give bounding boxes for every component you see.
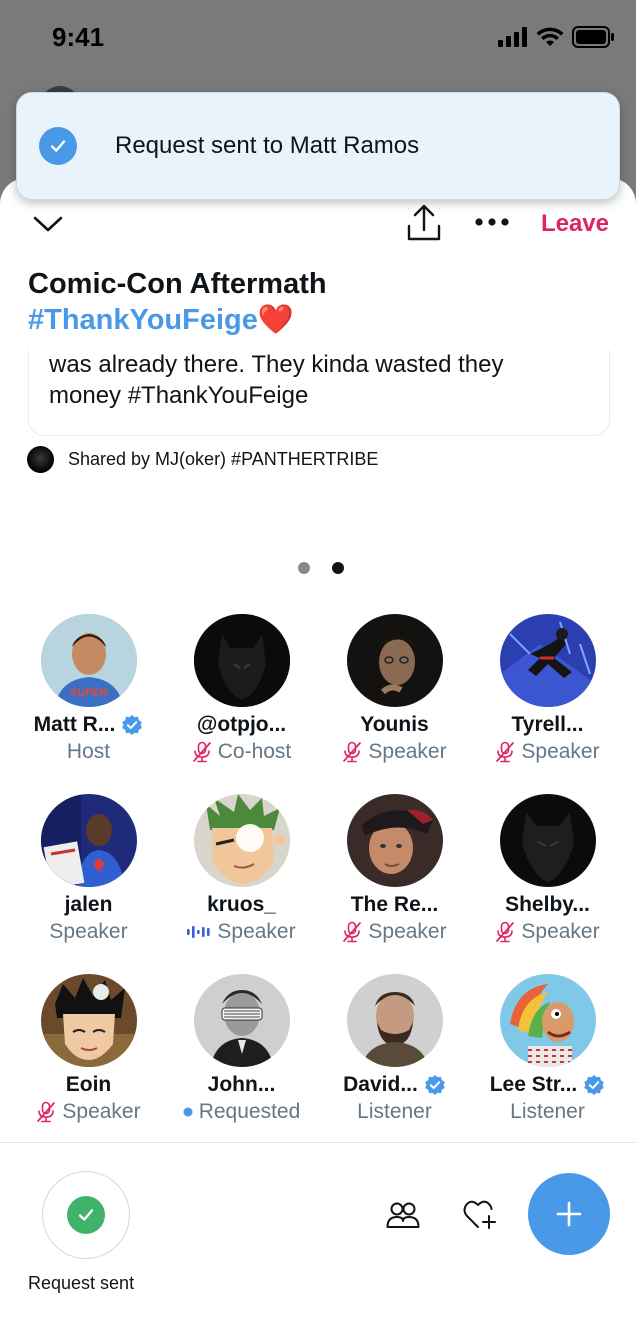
participant-name: Tyrell... (511, 713, 584, 737)
participant-role: Speaker (521, 920, 600, 944)
verified-badge-icon (122, 715, 143, 736)
status-icons (498, 26, 614, 48)
participant-role: Listener (510, 1100, 585, 1124)
participant-role: Speaker (368, 920, 447, 944)
signal-icon (498, 27, 527, 47)
participant-name: The Re... (350, 893, 439, 917)
request-sent-toast: Request sent to Matt Ramos (16, 92, 620, 200)
space-title: Comic-Con Aftermath #ThankYouFeige❤️ (28, 266, 608, 338)
plus-icon (556, 1201, 582, 1227)
participant-role: Speaker (217, 920, 296, 944)
share-icon[interactable] (404, 202, 444, 244)
participant-role: Co-host (217, 740, 292, 764)
participant-name: Shelby... (505, 893, 590, 917)
avatar (193, 974, 290, 1067)
participant[interactable]: The Re... Speaker (318, 794, 471, 946)
participant-name: kruos_ (207, 893, 276, 917)
space-title-hashtag[interactable]: #ThankYouFeige (28, 304, 258, 336)
avatar (27, 446, 54, 473)
avatar (346, 794, 443, 887)
participant[interactable]: David... Listener (318, 974, 471, 1126)
participants-grid: SUPER Matt R... Host @otpjo... Co-host Y… (12, 614, 624, 1126)
participant-name: Matt R... (33, 713, 116, 737)
participant[interactable]: Eoin Speaker (12, 974, 165, 1126)
mic-muted-icon (343, 742, 362, 763)
speaking-wave-icon (187, 926, 210, 939)
request-sent-button[interactable] (42, 1171, 130, 1259)
page-dot-1[interactable] (298, 562, 310, 574)
participant-role: Speaker (368, 740, 447, 764)
compose-button[interactable] (528, 1173, 610, 1255)
avatar (193, 794, 290, 887)
participant-role: Listener (357, 1100, 432, 1124)
more-icon[interactable] (474, 210, 510, 234)
participant[interactable]: Shelby... Speaker (471, 794, 624, 946)
participant-name: David... (343, 1073, 418, 1097)
space-title-text: Comic-Con Aftermath (28, 268, 327, 300)
participant[interactable]: Lee Str... Listener (471, 974, 624, 1126)
tweet-line-1: was already there. They kinda wasted the… (49, 351, 504, 378)
participant-name: Eoin (65, 1073, 112, 1097)
shared-by-row[interactable]: Shared by MJ(oker) #PANTHERTRIBE (27, 446, 378, 473)
participant[interactable]: Younis Speaker (318, 614, 471, 766)
participant-name: John... (207, 1073, 276, 1097)
battery-icon (572, 26, 614, 48)
participant-role: Requested (198, 1100, 301, 1124)
pinned-tweet-card[interactable]: was already there. They kinda wasted the… (28, 350, 610, 436)
page-indicator (298, 562, 344, 574)
leave-button[interactable]: Leave (541, 210, 609, 238)
bottom-bar: Request sent (0, 1143, 636, 1334)
checkmark-icon (67, 1196, 105, 1234)
mic-muted-icon (496, 922, 515, 943)
participant[interactable]: jalen Speaker (12, 794, 165, 946)
status-bar: 9:41 (0, 0, 636, 84)
request-sent-label: Request sent (28, 1273, 135, 1293)
avatar (499, 974, 596, 1067)
checkmark-icon (39, 127, 77, 165)
status-time: 9:41 (52, 22, 105, 52)
toast-message: Request sent to Matt Ramos (115, 132, 420, 159)
mic-muted-icon (37, 1102, 56, 1123)
requested-dot-icon (183, 1107, 193, 1117)
avatar (346, 614, 443, 707)
tweet-line-2: money #ThankYouFeige (49, 382, 309, 409)
participant[interactable]: SUPER Matt R... Host (12, 614, 165, 766)
people-icon[interactable] (385, 1197, 421, 1233)
heart-emoji: ❤️ (257, 304, 294, 336)
participant-name: jalen (64, 893, 113, 917)
verified-badge-icon (425, 1075, 445, 1096)
avatar (193, 614, 290, 707)
avatar (346, 974, 443, 1067)
participant-name: Younis (360, 713, 429, 737)
participant-name: Lee Str... (489, 1073, 578, 1097)
space-controls: Leave (0, 200, 636, 250)
avatar (499, 614, 596, 707)
mic-muted-icon (343, 922, 362, 943)
page-dot-2[interactable] (332, 562, 344, 574)
participant[interactable]: kruos_ Speaker (165, 794, 318, 946)
heart-add-icon[interactable] (462, 1197, 498, 1233)
shared-by-text: Shared by MJ(oker) #PANTHERTRIBE (68, 449, 379, 469)
avatar (40, 974, 137, 1067)
mic-muted-icon (192, 742, 211, 763)
chevron-down-icon[interactable] (30, 206, 66, 242)
participant[interactable]: Tyrell... Speaker (471, 614, 624, 766)
participant-role: Speaker (49, 920, 128, 944)
avatar (40, 794, 137, 887)
participant-role: Host (66, 740, 111, 764)
avatar: SUPER (40, 614, 137, 707)
svg-text:SUPER: SUPER (70, 687, 108, 699)
avatar (499, 794, 596, 887)
participant[interactable]: @otpjo... Co-host (165, 614, 318, 766)
wifi-icon (536, 27, 564, 46)
participant[interactable]: John... Requested (165, 974, 318, 1126)
participant-name: @otpjo... (196, 713, 287, 737)
participant-role: Speaker (62, 1100, 141, 1124)
participant-role: Speaker (521, 740, 600, 764)
verified-badge-icon (584, 1075, 605, 1096)
mic-muted-icon (496, 742, 515, 763)
